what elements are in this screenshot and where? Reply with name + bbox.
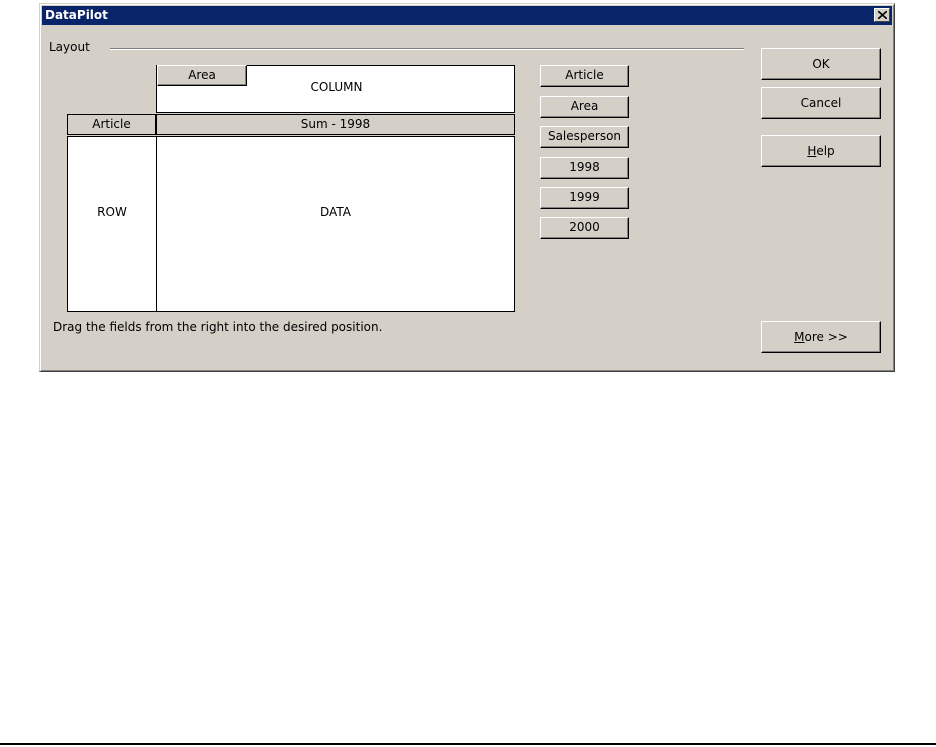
more-button[interactable]: More >> — [761, 321, 881, 353]
data-field-sum-1998[interactable]: Sum - 1998 — [156, 114, 515, 135]
data-zone-label: DATA — [320, 205, 351, 219]
cancel-button[interactable]: Cancel — [761, 87, 881, 119]
field-1998[interactable]: 1998 — [540, 157, 629, 179]
datapilot-dialog: DataPilot Layout COLUMN Area Sum - 1998 … — [39, 3, 895, 372]
row-zone-label: ROW — [97, 205, 127, 219]
ok-button[interactable]: OK — [761, 48, 881, 80]
layout-group-divider — [110, 48, 744, 50]
field-area[interactable]: Area — [540, 96, 629, 118]
row-field-article[interactable]: Article — [67, 114, 156, 135]
help-button[interactable]: Help — [761, 135, 881, 167]
field-2000[interactable]: 2000 — [540, 217, 629, 239]
data-drop-zone[interactable]: DATA — [156, 136, 515, 312]
field-1999[interactable]: 1999 — [540, 187, 629, 209]
close-icon — [878, 11, 887, 19]
layout-group-label: Layout — [49, 40, 90, 54]
title-bar[interactable]: DataPilot — [42, 6, 892, 25]
field-article[interactable]: Article — [540, 65, 629, 87]
close-button[interactable] — [874, 8, 890, 22]
column-field-area[interactable]: Area — [157, 65, 247, 86]
help-label: elp — [816, 144, 835, 158]
page-bottom-rule — [0, 743, 936, 745]
drag-hint-text: Drag the fields from the right into the … — [53, 320, 383, 334]
more-mnemonic: M — [794, 330, 805, 344]
row-drop-zone[interactable]: ROW — [67, 136, 157, 312]
more-label: ore >> — [804, 330, 848, 344]
help-mnemonic: H — [807, 144, 817, 158]
dialog-title: DataPilot — [45, 8, 108, 22]
field-salesperson[interactable]: Salesperson — [540, 126, 629, 148]
